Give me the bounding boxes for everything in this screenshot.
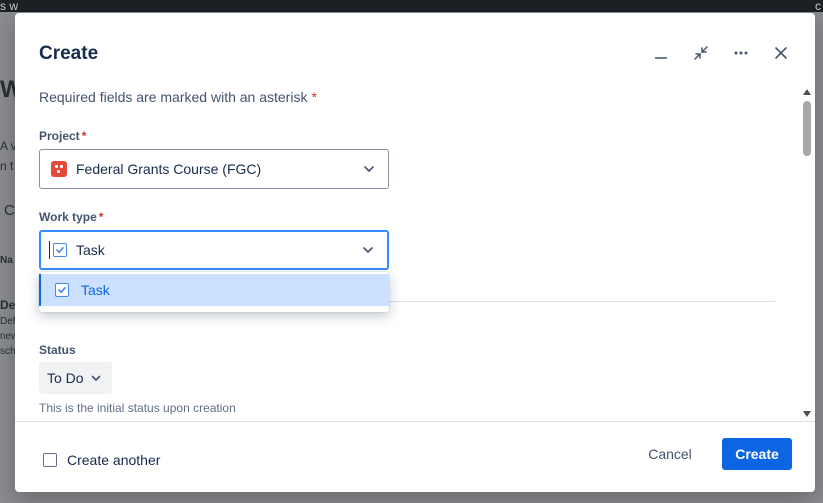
cancel-button[interactable]: Cancel xyxy=(632,438,708,470)
chevron-down-icon xyxy=(364,166,374,172)
project-label: Project * xyxy=(39,129,86,143)
more-actions-button[interactable] xyxy=(725,41,757,65)
status-label: Status xyxy=(39,343,76,357)
work-type-dropdown: Task xyxy=(39,272,389,312)
background-button-fragment: C xyxy=(4,202,15,219)
minimize-button[interactable] xyxy=(645,41,677,65)
background-text-fragment-n: n t xyxy=(0,159,14,173)
work-type-helper-obscured: · · · · · · · · · · · xyxy=(39,257,199,263)
background-topbar-link: c xyxy=(815,0,821,12)
status-helper-text: This is the initial status upon creation xyxy=(39,401,236,415)
background-row-text-fragment-3: sch xyxy=(0,346,16,357)
project-icon xyxy=(51,161,67,177)
create-modal: Create Required fields are marked with a… xyxy=(15,13,815,492)
collapse-icon xyxy=(694,46,708,60)
background-topbar: s w c xyxy=(0,0,823,12)
more-icon xyxy=(734,51,748,55)
task-icon xyxy=(53,243,67,257)
collapse-button[interactable] xyxy=(685,41,717,65)
dropdown-option-task[interactable]: Task xyxy=(39,274,389,306)
background-column-fragment: Na xyxy=(0,255,13,266)
required-fields-note: Required fields are marked with an aster… xyxy=(39,89,317,105)
status-dropdown-button[interactable]: To Do xyxy=(39,362,112,394)
modal-footer: Create another Cancel Create xyxy=(15,421,815,492)
modal-body: Required fields are marked with an aster… xyxy=(15,81,815,421)
project-select-value: Federal Grants Course (FGC) xyxy=(76,161,262,177)
create-another-label[interactable]: Create another xyxy=(67,452,160,468)
work-type-select[interactable]: Task xyxy=(39,230,389,270)
chevron-down-icon xyxy=(91,375,100,381)
work-type-label-text: Work type xyxy=(39,210,97,224)
scroll-down-arrow[interactable] xyxy=(803,411,811,417)
task-icon xyxy=(55,283,69,297)
dropdown-option-label: Task xyxy=(81,282,110,298)
work-type-required-asterisk: * xyxy=(98,210,104,224)
background-row-title-fragment: De xyxy=(0,298,16,312)
create-button[interactable]: Create xyxy=(722,438,792,470)
work-type-select-value: Task xyxy=(76,242,105,258)
project-label-text: Project xyxy=(39,129,80,143)
minimize-icon xyxy=(655,57,667,59)
close-button[interactable] xyxy=(765,41,797,65)
project-select[interactable]: Federal Grants Course (FGC) xyxy=(39,149,389,189)
required-note-text: Required fields are marked with an aster… xyxy=(39,89,308,105)
create-another-checkbox[interactable] xyxy=(43,453,57,467)
background-topbar-text: s w xyxy=(0,0,18,12)
work-type-label: Work type * xyxy=(39,210,103,224)
chevron-down-icon xyxy=(363,247,373,253)
background-row-text-fragment-1: Def xyxy=(0,316,16,327)
scrollbar-thumb[interactable] xyxy=(803,101,811,156)
scroll-up-arrow[interactable] xyxy=(803,89,811,95)
close-icon xyxy=(775,47,787,59)
modal-title: Create xyxy=(39,43,99,64)
modal-scrollbar[interactable] xyxy=(803,87,811,417)
required-asterisk: * xyxy=(311,89,317,105)
create-another-option[interactable]: Create another xyxy=(43,452,160,468)
status-value: To Do xyxy=(47,370,84,386)
project-required-asterisk: * xyxy=(81,129,87,143)
modal-header-actions xyxy=(645,41,797,65)
